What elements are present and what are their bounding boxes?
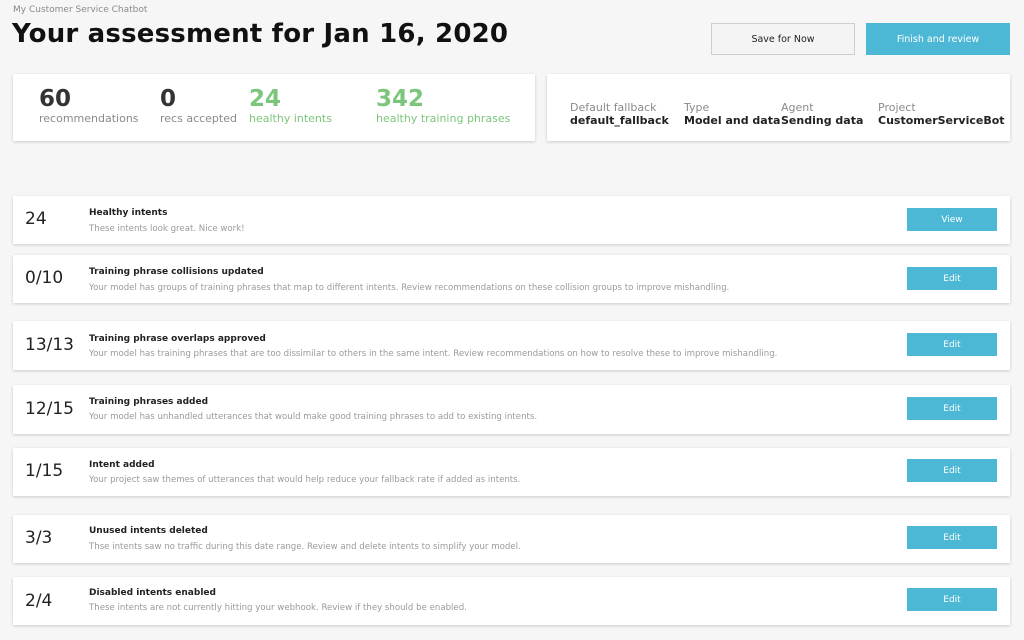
row-title: Training phrases added bbox=[89, 397, 209, 407]
assessment-row-disabled-intents: 2/4 Disabled intents enabled These inten… bbox=[13, 577, 1010, 625]
meta-label: Default fallback bbox=[570, 101, 657, 114]
meta-label: Type bbox=[684, 101, 710, 114]
stat-label: recommendations bbox=[39, 112, 139, 125]
edit-button[interactable]: Edit bbox=[907, 459, 997, 482]
assessment-row-healthy-intents: 24 Healthy intents These intents look gr… bbox=[13, 196, 1010, 244]
stat-value: 0 bbox=[160, 86, 177, 112]
row-description: Your project saw themes of utterances th… bbox=[89, 475, 521, 485]
row-title: Unused intents deleted bbox=[89, 526, 208, 536]
assessment-row-training-phrases-added: 12/15 Training phrases added Your model … bbox=[13, 385, 1010, 434]
edit-button[interactable]: Edit bbox=[907, 397, 997, 420]
save-for-now-button[interactable]: Save for Now bbox=[711, 23, 855, 55]
row-description: Your model has training phrases that are… bbox=[89, 349, 778, 359]
meta-project: Project CustomerServiceBot bbox=[878, 101, 1005, 127]
meta-label: Project bbox=[878, 101, 916, 114]
stat-label: healthy training phrases bbox=[376, 112, 511, 125]
assessment-row-unused-intents: 3/3 Unused intents deleted Thse intents … bbox=[13, 515, 1010, 563]
stat-healthy-training-phrases: 342 healthy training phrases bbox=[376, 86, 510, 125]
row-title: Intent added bbox=[89, 460, 155, 470]
row-count: 24 bbox=[25, 209, 47, 229]
meta-value: CustomerServiceBot bbox=[878, 114, 1005, 127]
row-description: Thse intents saw no traffic during this … bbox=[89, 542, 521, 552]
meta-agent: Agent Sending data bbox=[781, 101, 863, 127]
stat-label: recs accepted bbox=[160, 112, 237, 125]
row-description: These intents are not currently hitting … bbox=[89, 603, 467, 613]
edit-button[interactable]: Edit bbox=[907, 526, 997, 549]
page-title: Your assessment for Jan 16, 2020 bbox=[12, 19, 509, 49]
row-title: Healthy intents bbox=[89, 208, 168, 218]
row-description: Your model has groups of training phrase… bbox=[89, 283, 730, 293]
row-count: 2/4 bbox=[25, 591, 53, 611]
breadcrumb[interactable]: My Customer Service Chatbot bbox=[13, 5, 147, 15]
meta-default-fallback: Default fallback default_fallback bbox=[570, 101, 669, 127]
stat-healthy-intents: 24 healthy intents bbox=[249, 86, 332, 125]
row-title: Disabled intents enabled bbox=[89, 588, 216, 598]
edit-button[interactable]: Edit bbox=[907, 267, 997, 290]
row-count: 1/15 bbox=[25, 461, 64, 481]
stat-value: 24 bbox=[249, 86, 282, 112]
row-count: 3/3 bbox=[25, 528, 53, 548]
stat-value: 342 bbox=[376, 86, 425, 112]
stat-label: healthy intents bbox=[249, 112, 332, 125]
meta-label: Agent bbox=[781, 101, 814, 114]
assessment-row-collisions: 0/10 Training phrase collisions updated … bbox=[13, 255, 1010, 303]
row-title: Training phrase collisions updated bbox=[89, 267, 264, 277]
meta-value: Sending data bbox=[781, 114, 864, 127]
meta-value: Model and data bbox=[684, 114, 781, 127]
row-count: 13/13 bbox=[25, 335, 74, 355]
stat-recommendations: 60 recommendations bbox=[39, 86, 139, 125]
stat-value: 60 bbox=[39, 86, 72, 112]
stat-recs-accepted: 0 recs accepted bbox=[160, 86, 237, 125]
stats-card: 60 recommendations 0 recs accepted 24 he… bbox=[13, 74, 535, 141]
row-title: Training phrase overlaps approved bbox=[89, 334, 266, 344]
row-description: These intents look great. Nice work! bbox=[89, 224, 245, 234]
view-button[interactable]: View bbox=[907, 208, 997, 231]
row-count: 0/10 bbox=[25, 268, 64, 288]
meta-type: Type Model and data bbox=[684, 101, 780, 127]
assessment-row-intent-added: 1/15 Intent added Your project saw theme… bbox=[13, 448, 1010, 496]
row-description: Your model has unhandled utterances that… bbox=[89, 412, 538, 422]
finish-and-review-button[interactable]: Finish and review bbox=[866, 23, 1010, 55]
row-count: 12/15 bbox=[25, 399, 74, 419]
project-meta-card: Default fallback default_fallback Type M… bbox=[547, 74, 1010, 141]
edit-button[interactable]: Edit bbox=[907, 588, 997, 611]
assessment-row-overlaps: 13/13 Training phrase overlaps approved … bbox=[13, 321, 1010, 370]
edit-button[interactable]: Edit bbox=[907, 333, 997, 356]
meta-value: default_fallback bbox=[570, 114, 669, 127]
